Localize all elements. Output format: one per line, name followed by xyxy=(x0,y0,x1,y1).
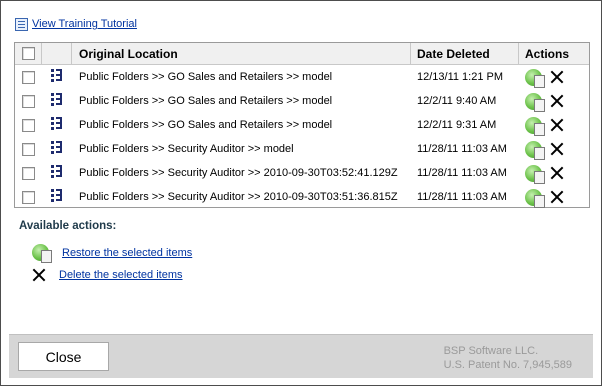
restore-icon[interactable] xyxy=(525,164,545,184)
row-checkbox[interactable] xyxy=(22,142,35,156)
model-icon xyxy=(51,69,63,83)
date-deleted-cell: 11/28/11 11:03 AM xyxy=(417,143,507,155)
original-location-cell: Public Folders >> GO Sales and Retailers… xyxy=(79,119,333,131)
vendor-name: BSP Software LLC. xyxy=(443,345,539,357)
delete-icon[interactable] xyxy=(550,190,564,204)
original-location-cell: Public Folders >> Security Auditor >> mo… xyxy=(79,143,294,155)
tutorial-icon xyxy=(15,17,28,31)
row-actions xyxy=(519,89,589,113)
row-actions xyxy=(519,65,589,89)
row-checkbox[interactable] xyxy=(22,166,35,180)
date-deleted-cell: 11/28/11 11:03 AM xyxy=(417,167,507,179)
restore-icon[interactable] xyxy=(32,244,52,263)
model-icon xyxy=(51,189,63,203)
original-location-cell: Public Folders >> Security Auditor >> 20… xyxy=(79,191,398,203)
table-row[interactable]: Public Folders >> Security Auditor >> 20… xyxy=(15,185,589,209)
dialog-footer: Close BSP Software LLC. U.S. Patent No. … xyxy=(9,334,593,378)
row-checkbox[interactable] xyxy=(22,94,35,108)
grid-header: Original Location Date Deleted Actions xyxy=(15,43,589,65)
close-button[interactable]: Close xyxy=(18,342,109,371)
date-deleted-cell: 11/28/11 11:03 AM xyxy=(417,191,507,203)
table-row[interactable]: Public Folders >> GO Sales and Retailers… xyxy=(15,89,589,113)
delete-icon[interactable] xyxy=(32,268,46,282)
column-header-location[interactable]: Original Location xyxy=(72,43,411,64)
table-row[interactable]: Public Folders >> GO Sales and Retailers… xyxy=(15,113,589,137)
date-deleted-cell: 12/2/11 9:40 AM xyxy=(417,95,497,107)
original-location-cell: Public Folders >> Security Auditor >> 20… xyxy=(79,167,398,179)
model-icon xyxy=(51,93,63,107)
model-icon xyxy=(51,141,63,155)
row-actions xyxy=(519,113,589,137)
vendor-info: BSP Software LLC. U.S. Patent No. 7,945,… xyxy=(444,344,572,372)
tutorial-link[interactable]: View Training Tutorial xyxy=(15,15,137,33)
tutorial-link-label[interactable]: View Training Tutorial xyxy=(32,18,137,30)
recycle-bin-dialog: View Training Tutorial Original Location… xyxy=(0,0,602,386)
row-checkbox[interactable] xyxy=(22,190,35,204)
table-row[interactable]: Public Folders >> Security Auditor >> mo… xyxy=(15,137,589,161)
delete-icon[interactable] xyxy=(550,94,564,108)
original-location-cell: Public Folders >> GO Sales and Retailers… xyxy=(79,95,333,107)
patent-number: U.S. Patent No. 7,945,589 xyxy=(443,359,572,371)
model-icon xyxy=(51,117,63,131)
table-row[interactable]: Public Folders >> GO Sales and Retailers… xyxy=(15,65,589,89)
available-actions-title: Available actions: xyxy=(19,220,117,232)
delete-icon[interactable] xyxy=(550,70,564,84)
row-actions xyxy=(519,137,589,161)
restore-icon[interactable] xyxy=(525,92,545,112)
delete-action[interactable]: Delete the selected items xyxy=(32,268,183,282)
delete-icon[interactable] xyxy=(550,118,564,132)
select-all-checkbox[interactable] xyxy=(21,47,35,60)
type-column-header xyxy=(42,43,72,64)
row-actions xyxy=(519,185,589,209)
restore-icon[interactable] xyxy=(525,188,545,208)
restore-icon[interactable] xyxy=(525,68,545,88)
row-checkbox[interactable] xyxy=(22,70,35,84)
delete-selected-link[interactable]: Delete the selected items xyxy=(59,269,183,281)
column-header-date[interactable]: Date Deleted xyxy=(411,43,519,64)
row-actions xyxy=(519,161,589,185)
restore-action[interactable]: Restore the selected items xyxy=(32,244,192,263)
table-row[interactable]: Public Folders >> Security Auditor >> 20… xyxy=(15,161,589,185)
date-deleted-cell: 12/13/11 1:21 PM xyxy=(417,71,504,83)
row-checkbox[interactable] xyxy=(22,118,35,132)
grid-body: Public Folders >> GO Sales and Retailers… xyxy=(15,65,589,209)
model-icon xyxy=(51,165,63,179)
delete-icon[interactable] xyxy=(550,166,564,180)
column-header-actions: Actions xyxy=(525,46,570,61)
deleted-items-grid: Original Location Date Deleted Actions P… xyxy=(14,42,590,208)
original-location-cell: Public Folders >> GO Sales and Retailers… xyxy=(79,71,333,83)
restore-icon[interactable] xyxy=(525,140,545,160)
restore-icon[interactable] xyxy=(525,116,545,136)
restore-selected-link[interactable]: Restore the selected items xyxy=(62,247,192,259)
date-deleted-cell: 12/2/11 9:31 AM xyxy=(417,119,497,131)
delete-icon[interactable] xyxy=(550,142,564,156)
